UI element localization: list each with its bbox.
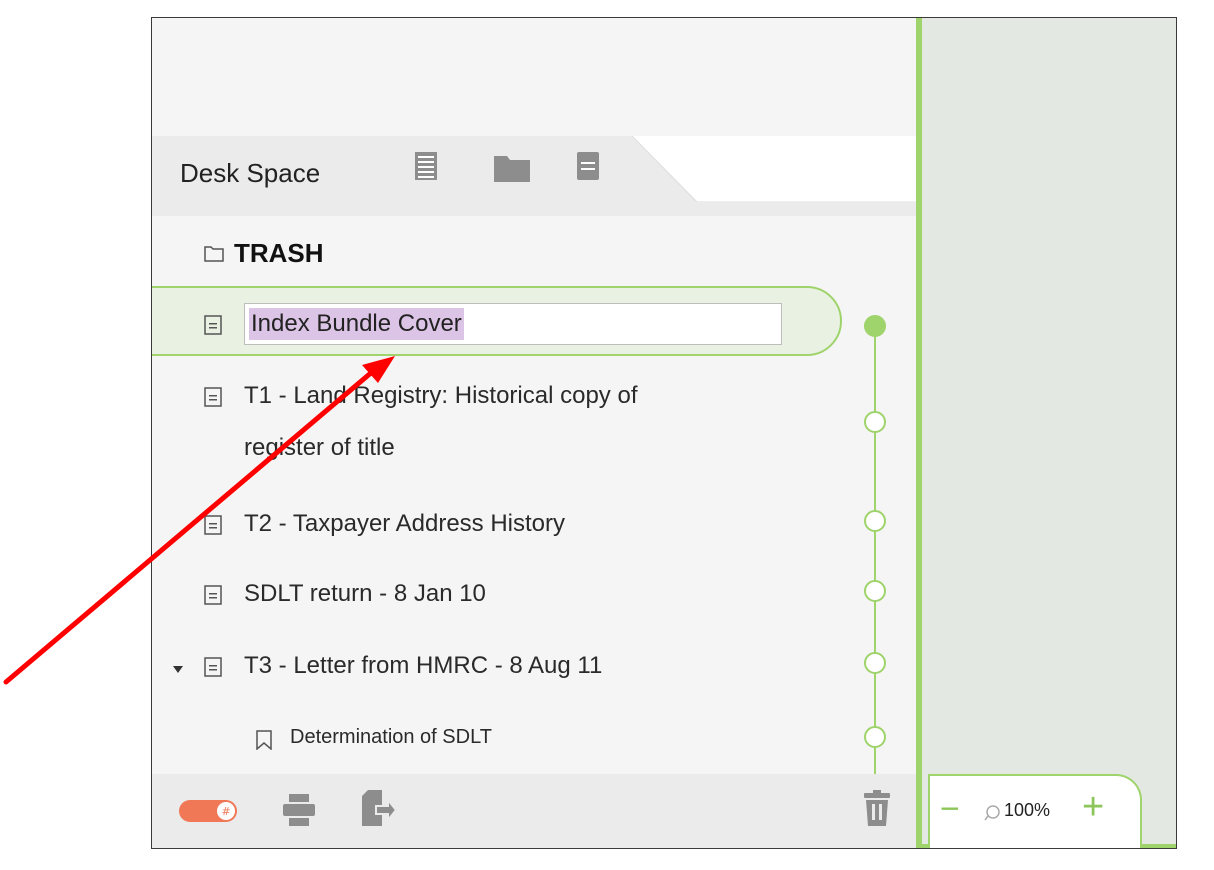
annotation-arrow [3, 356, 395, 685]
